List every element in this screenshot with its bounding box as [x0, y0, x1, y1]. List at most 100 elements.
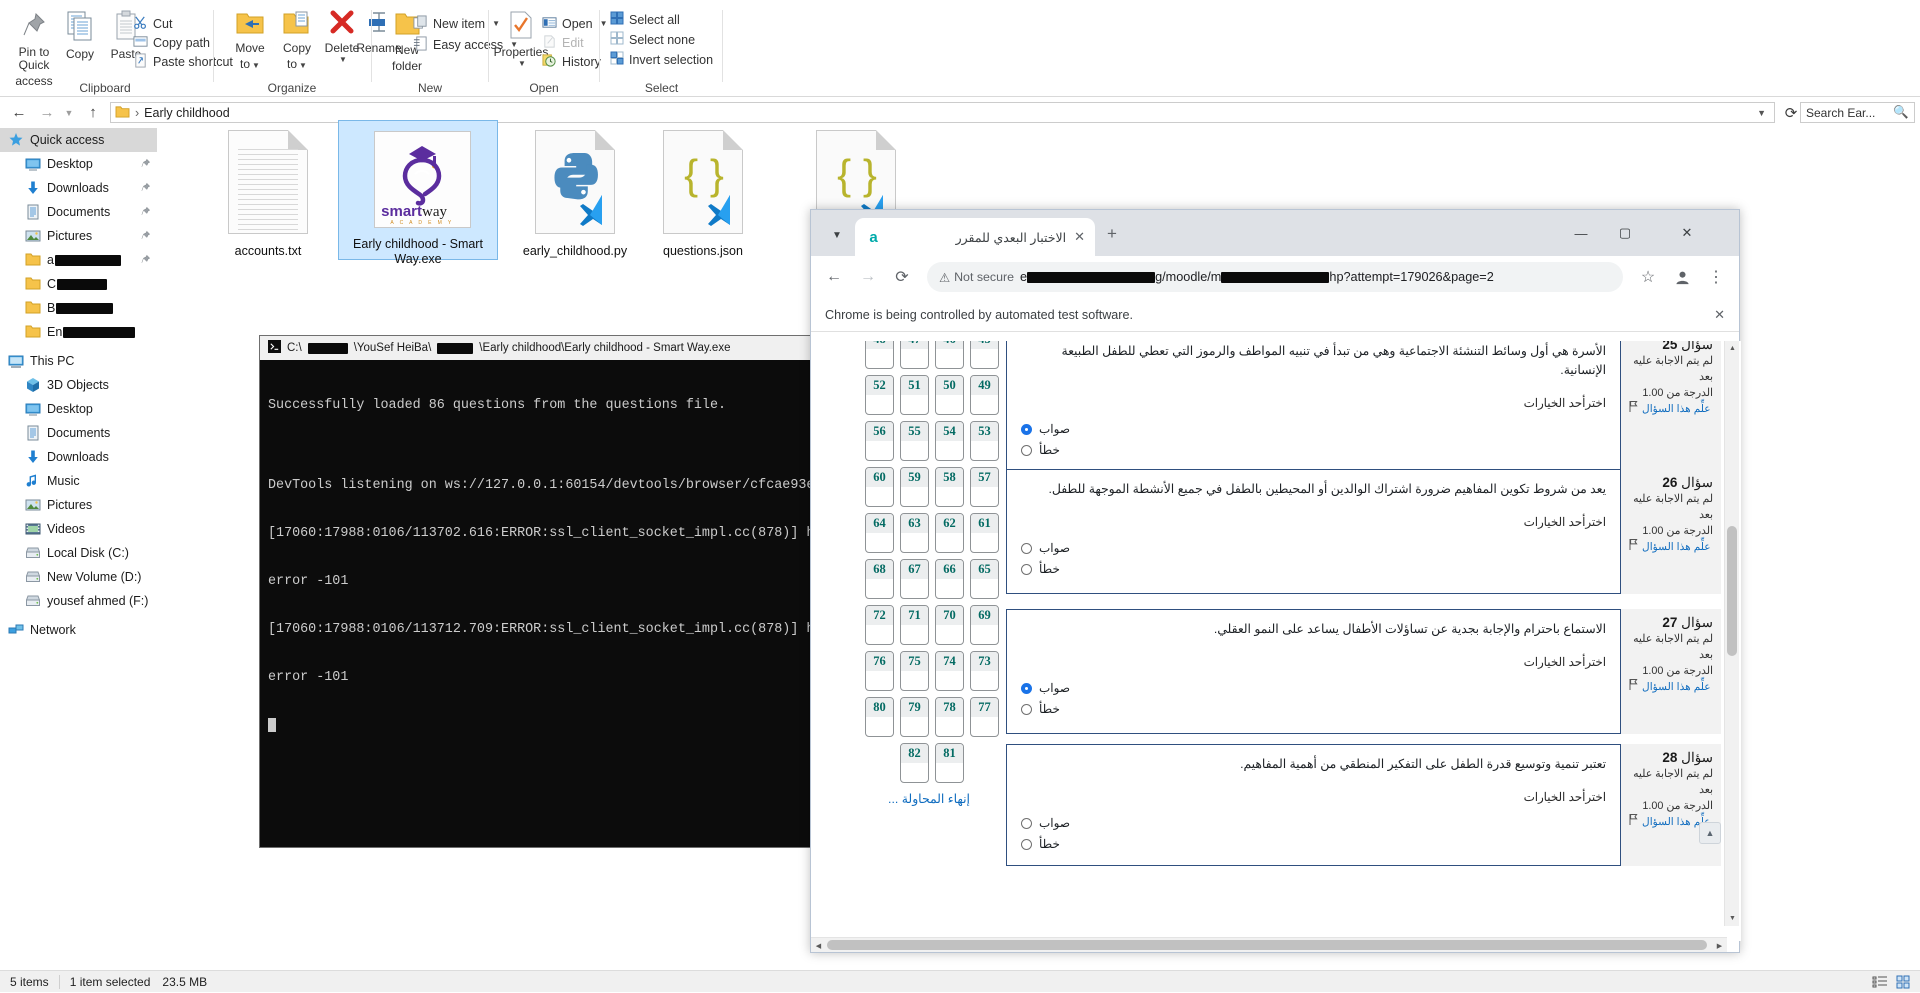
invert-selection-button[interactable]: Invert selection — [610, 48, 713, 71]
sidebar-item-documents[interactable]: Documents — [0, 421, 157, 445]
scroll-up-arrow-icon[interactable]: ▲ — [1725, 341, 1740, 356]
chrome-menu-icon[interactable]: ⋮ — [1701, 262, 1731, 292]
pin-icon[interactable] — [141, 229, 151, 243]
quiz-nav-cell-63[interactable]: 63 — [900, 513, 929, 553]
profile-avatar-icon[interactable] — [1667, 262, 1697, 292]
quiz-nav-cell-77[interactable]: 77 — [970, 697, 999, 737]
file-item-questions-json[interactable]: { } questions.json — [623, 130, 783, 259]
flag-icon[interactable] — [1629, 401, 1638, 417]
option-false[interactable]: خطأ — [1021, 440, 1606, 461]
flag-question-link[interactable]: علِّم هذا السؤال — [1642, 539, 1711, 555]
quiz-nav-cell-54[interactable]: 54 — [935, 421, 964, 461]
back-button[interactable]: ← — [819, 262, 849, 292]
quiz-nav-cell-72[interactable]: 72 — [865, 605, 894, 645]
finish-attempt-link[interactable]: إنهاء المحاولة ... — [859, 791, 999, 806]
sidebar-item-music[interactable]: Music — [0, 469, 157, 493]
quiz-nav-cell-75[interactable]: 75 — [900, 651, 929, 691]
new-item-button[interactable]: New item ▼ — [413, 12, 500, 35]
scroll-down-arrow-icon[interactable]: ▼ — [1725, 911, 1740, 926]
new-tab-button[interactable]: + — [1107, 224, 1117, 244]
quiz-nav-cell-71[interactable]: 71 — [900, 605, 929, 645]
radio-false[interactable] — [1021, 564, 1032, 575]
quiz-nav-cell-70[interactable]: 70 — [935, 605, 964, 645]
quiz-nav-cell-50[interactable]: 50 — [935, 375, 964, 415]
not-secure-indicator[interactable]: ⚠ Not secure — [939, 270, 1014, 285]
quiz-nav-cell-69[interactable]: 69 — [970, 605, 999, 645]
radio-true[interactable] — [1021, 424, 1032, 435]
maximize-button[interactable]: ▢ — [1603, 218, 1647, 248]
option-false[interactable]: خطأ — [1021, 699, 1606, 720]
close-tab-icon[interactable]: ✕ — [1074, 229, 1085, 245]
quiz-navigation-grid[interactable]: 48 47 46 45 52 51 50 49 56 55 54 53 60 59 58 57 64 63 62 61… — [859, 341, 999, 806]
sidebar-item-c[interactable]: C — [0, 272, 157, 296]
option-true[interactable]: صواب — [1021, 813, 1606, 834]
pin-icon[interactable] — [141, 157, 151, 171]
breadcrumb[interactable]: Early childhood — [144, 106, 229, 120]
close-window-button[interactable]: ✕ — [1665, 218, 1709, 248]
sidebar-item-pictures[interactable]: Pictures — [0, 224, 157, 248]
quiz-nav-cell-46[interactable]: 46 — [935, 341, 964, 369]
quiz-nav-cell-82[interactable]: 82 — [900, 743, 929, 783]
quiz-nav-cell-49[interactable]: 49 — [970, 375, 999, 415]
quiz-nav-cell-81[interactable]: 81 — [935, 743, 964, 783]
back-to-top-button[interactable]: ▲ — [1699, 822, 1721, 844]
quiz-nav-cell-78[interactable]: 78 — [935, 697, 964, 737]
quiz-nav-cell-61[interactable]: 61 — [970, 513, 999, 553]
large-icons-view-button[interactable] — [1896, 974, 1912, 993]
recent-locations-button[interactable]: ▼ — [58, 102, 80, 123]
sidebar-item-a[interactable]: a — [0, 248, 157, 272]
quiz-nav-cell-57[interactable]: 57 — [970, 467, 999, 507]
browser-tab[interactable]: a الاختبار البعدي للمقرر ✕ — [855, 218, 1095, 256]
back-button[interactable]: ← — [8, 102, 30, 123]
sidebar-item-downloads[interactable]: Downloads — [0, 445, 157, 469]
address-dropdown-icon[interactable]: ▼ — [1757, 108, 1774, 118]
quiz-nav-cell-80[interactable]: 80 — [865, 697, 894, 737]
file-item-accounts-txt[interactable]: accounts.txt — [188, 130, 348, 259]
quiz-nav-cell-65[interactable]: 65 — [970, 559, 999, 599]
up-button[interactable]: ↑ — [82, 102, 104, 123]
sidebar-item-desktop[interactable]: Desktop — [0, 152, 157, 176]
sidebar-item-desktop[interactable]: Desktop — [0, 397, 157, 421]
option-false[interactable]: خطأ — [1021, 559, 1606, 580]
radio-false[interactable] — [1021, 839, 1032, 850]
tab-search-icon[interactable]: ▼ — [823, 224, 851, 246]
sidebar-item-pictures[interactable]: Pictures — [0, 493, 157, 517]
quiz-nav-cell-64[interactable]: 64 — [865, 513, 894, 553]
flag-icon[interactable] — [1629, 539, 1638, 555]
bookmark-star-icon[interactable]: ☆ — [1633, 262, 1663, 292]
vertical-scroll-thumb[interactable] — [1727, 526, 1737, 656]
quiz-nav-cell-68[interactable]: 68 — [865, 559, 894, 599]
radio-false[interactable] — [1021, 445, 1032, 456]
quiz-nav-cell-56[interactable]: 56 — [865, 421, 894, 461]
quiz-nav-cell-66[interactable]: 66 — [935, 559, 964, 599]
file-item-smartway-exe[interactable]: smart way A C A D E M Y Early childhood … — [338, 120, 498, 266]
minimize-button[interactable]: — — [1559, 218, 1603, 248]
reload-button[interactable]: ⟳ — [887, 262, 917, 292]
page-viewport[interactable]: 48 47 46 45 52 51 50 49 56 55 54 53 60 59 58 57 64 63 62 61… — [811, 341, 1741, 941]
sidebar-item-this-pc[interactable]: This PC — [0, 349, 157, 373]
quiz-nav-cell-51[interactable]: 51 — [900, 375, 929, 415]
option-false[interactable]: خطأ — [1021, 834, 1606, 855]
sidebar-item-network[interactable]: Network — [0, 618, 157, 642]
radio-false[interactable] — [1021, 704, 1032, 715]
quiz-nav-cell-53[interactable]: 53 — [970, 421, 999, 461]
quiz-nav-cell-74[interactable]: 74 — [935, 651, 964, 691]
option-true[interactable]: صواب — [1021, 538, 1606, 559]
pin-icon[interactable] — [141, 253, 151, 267]
pin-icon[interactable] — [141, 181, 151, 195]
sidebar-item-b[interactable]: B — [0, 296, 157, 320]
quiz-nav-cell-79[interactable]: 79 — [900, 697, 929, 737]
flag-icon[interactable] — [1629, 679, 1638, 695]
quiz-nav-cell-58[interactable]: 58 — [935, 467, 964, 507]
quiz-nav-cell-62[interactable]: 62 — [935, 513, 964, 553]
horizontal-scroll-thumb[interactable] — [827, 940, 1707, 950]
option-true[interactable]: صواب — [1021, 678, 1606, 699]
chrome-browser-window[interactable]: ▼ a الاختبار البعدي للمقرر ✕ + — ▢ ✕ ← →… — [810, 209, 1741, 953]
flag-icon[interactable] — [1629, 814, 1638, 830]
refresh-button[interactable]: ⟳ — [1780, 102, 1802, 123]
page-horizontal-scrollbar[interactable]: ◀ ▶ — [811, 937, 1727, 952]
navigation-pane[interactable]: Quick access Desktop Downloads Documents Pic… — [0, 128, 157, 973]
scroll-right-arrow-icon[interactable]: ▶ — [1712, 938, 1727, 953]
option-true[interactable]: صواب — [1021, 419, 1606, 440]
quiz-nav-cell-60[interactable]: 60 — [865, 467, 894, 507]
